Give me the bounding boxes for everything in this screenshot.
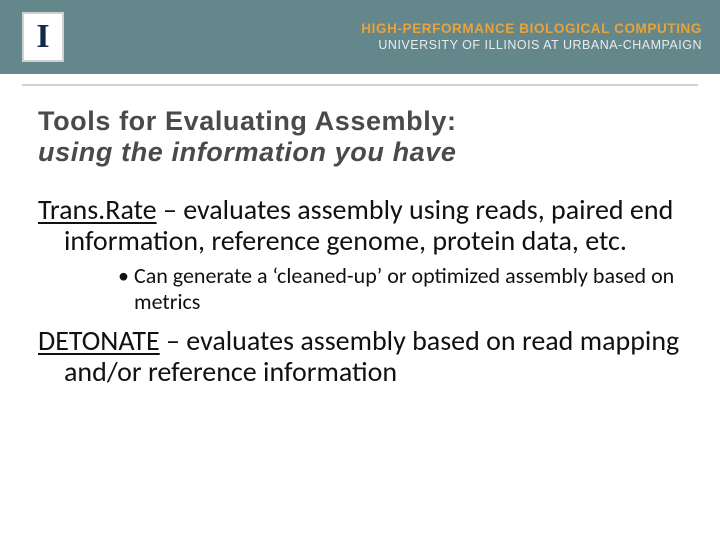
header-org-line2: UNIVERSITY OF ILLINOIS AT URBANA-CHAMPAI… — [361, 38, 702, 54]
transrate-sub-text: Can generate a ‘cleaned-up’ or optimized… — [134, 262, 674, 315]
slide-title: Tools for Evaluating Assembly: using the… — [38, 106, 682, 168]
detonate-link[interactable]: DETONATE — [38, 323, 160, 358]
entry-transrate: Trans.Rate – evaluates assembly using re… — [38, 194, 682, 257]
title-line1: Tools for Evaluating Assembly: — [38, 106, 457, 136]
header-text-block: HIGH-PERFORMANCE BIOLOGICAL COMPUTING UN… — [361, 21, 702, 54]
logo-letter: I — [36, 18, 49, 56]
header-band: I HIGH-PERFORMANCE BIOLOGICAL COMPUTING … — [0, 0, 720, 74]
bullet-icon: • — [118, 263, 134, 289]
slide-content: Tools for Evaluating Assembly: using the… — [0, 86, 720, 387]
transrate-link[interactable]: Trans.Rate — [38, 192, 157, 227]
entry-transrate-sub: •Can generate a ‘cleaned-up’ or optimize… — [38, 263, 682, 315]
header-org-line1: HIGH-PERFORMANCE BIOLOGICAL COMPUTING — [361, 21, 702, 38]
title-line2: using the information you have — [38, 137, 682, 168]
illinois-logo: I — [22, 12, 64, 62]
entry-detonate: DETONATE – evaluates assembly based on r… — [38, 325, 682, 388]
body-block: Trans.Rate – evaluates assembly using re… — [38, 194, 682, 387]
